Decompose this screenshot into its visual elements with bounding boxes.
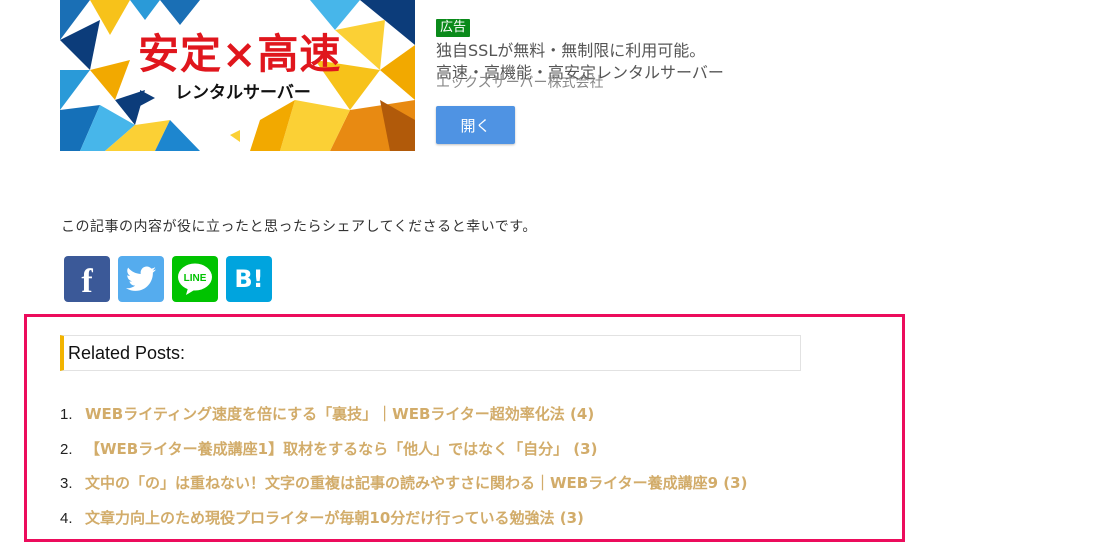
ad-badge: 広告 (436, 19, 471, 37)
related-post-link[interactable]: 【WEBライター養成講座1】取材をするなら「他人」ではなく「自分」 (3) (85, 440, 597, 458)
line-icon-text: LINE (184, 273, 207, 284)
related-posts-title: Related Posts: (68, 343, 186, 363)
related-post-link[interactable]: 文章力向上のため現役プロライターが毎朝10分だけ行っている勉強法 (3) (85, 509, 584, 527)
ad-advertiser: エックスサーバー株式会社 (436, 75, 604, 91)
hatena-bookmark-button[interactable]: B! (226, 256, 272, 302)
hatena-icon: B! (234, 265, 264, 293)
line-icon: LINE (178, 263, 212, 295)
twitter-share-button[interactable] (118, 256, 164, 302)
related-post-link[interactable]: WEBライティング速度を倍にする「裏技」｜WEBライター超効率化法 (4) (85, 405, 594, 423)
ad-banner-headline: 安定×高速 (138, 30, 342, 78)
list-number: 2. (60, 440, 73, 458)
list-number: 1. (60, 406, 73, 423)
list-item: 1. WEBライティング速度を倍にする「裏技」｜WEBライター超効率化法 (4) (60, 401, 747, 436)
ad-text-block[interactable]: 広告 独自SSLが無料・無制限に利用可能。 高速・高機能・高安定レンタルサーバー… (436, 16, 856, 91)
line-share-button[interactable]: LINE (172, 256, 218, 302)
list-number: 4. (60, 509, 73, 527)
facebook-icon: f (81, 263, 93, 300)
ad-open-button[interactable]: 開く (436, 106, 515, 144)
twitter-bird-icon (126, 266, 156, 291)
ad-line-1[interactable]: 独自SSLが無料・無制限に利用可能。 (436, 40, 856, 62)
related-post-link[interactable]: 文中の「の」は重ねない！文字の重複は記事の読みやすさに関わる｜WEBライター養成… (85, 474, 747, 492)
related-posts-list: 1. WEBライティング速度を倍にする「裏技」｜WEBライター超効率化法 (4) … (60, 401, 747, 539)
list-item: 4. 文章力向上のため現役プロライターが毎朝10分だけ行っている勉強法 (3) (60, 505, 747, 540)
list-item: 2. 【WEBライター養成講座1】取材をするなら「他人」ではなく「自分」 (3) (60, 436, 747, 471)
list-number: 3. (60, 475, 73, 492)
facebook-share-button[interactable]: f (64, 256, 110, 302)
ad-banner-subline: レンタルサーバー (175, 83, 311, 103)
ad-banner-image[interactable]: 安定×高速 レンタルサーバー (60, 0, 415, 151)
related-posts-header: Related Posts: (60, 335, 801, 371)
share-prompt: この記事の内容が役に立ったと思ったらシェアしてくださると幸いです。 (61, 219, 537, 235)
list-item: 3. 文中の「の」は重ねない！文字の重複は記事の読みやすさに関わる｜WEBライター… (60, 470, 747, 505)
